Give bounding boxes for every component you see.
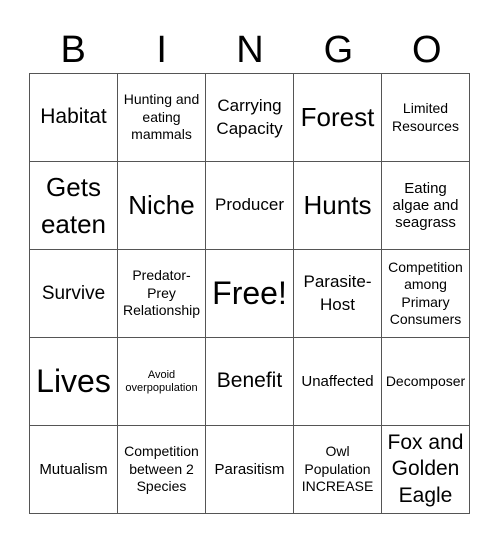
bingo-cell-label: Parasitism <box>214 460 285 478</box>
bingo-cell[interactable]: Avoid overpopulation <box>118 338 206 426</box>
bingo-cell-label: Competition among Primary Consumers <box>388 258 463 328</box>
bingo-cell[interactable]: Fox and Golden Eagle <box>382 426 470 514</box>
bingo-cell[interactable]: Owl Population INCREASE <box>294 426 382 514</box>
bingo-cell[interactable]: Predator-Prey Relationship <box>118 250 206 338</box>
bingo-cell[interactable]: Competition between 2 Species <box>118 426 206 514</box>
bingo-cell[interactable]: Benefit <box>206 338 294 426</box>
bingo-cell[interactable]: Unaffected <box>294 338 382 426</box>
bingo-cell-label: Habitat <box>40 105 107 129</box>
bingo-cell-label: Parasite-Host <box>303 272 372 314</box>
bingo-card-grid: Habitat Hunting and eating mammals Carryin… <box>29 73 470 514</box>
bingo-cell-label: Survive <box>41 282 106 304</box>
bingo-cell[interactable]: Lives <box>30 338 118 426</box>
bingo-cell[interactable]: Competition among Primary Consumers <box>382 250 470 338</box>
bingo-cell[interactable]: Eating algae and seagrass <box>382 162 470 250</box>
bingo-cell-label: Avoid overpopulation <box>125 368 198 394</box>
header-letter-g: G <box>323 29 354 71</box>
bingo-cell[interactable]: Gets eaten <box>30 162 118 250</box>
bingo-cell[interactable]: Decomposer <box>382 338 470 426</box>
bingo-cell-label: Mutualism <box>39 460 108 478</box>
bingo-cell-label: Decomposer <box>385 372 466 389</box>
bingo-cell-label: Carrying Capacity <box>216 96 283 138</box>
header-letter-n: N <box>236 29 264 71</box>
bingo-cell[interactable]: Carrying Capacity <box>206 74 294 162</box>
bingo-cell-label: Lives <box>36 363 111 400</box>
bingo-cell[interactable]: Forest <box>294 74 382 162</box>
bingo-cell-label: Benefit <box>216 369 283 393</box>
bingo-cell-label: Gets eaten <box>40 172 107 239</box>
free-space-cell[interactable]: Free! <box>206 250 294 338</box>
bingo-cell[interactable]: Hunts <box>294 162 382 250</box>
bingo-cell[interactable]: Habitat <box>30 74 118 162</box>
bingo-cell[interactable]: Parasitism <box>206 426 294 514</box>
bingo-cell[interactable]: Mutualism <box>30 426 118 514</box>
bingo-cell[interactable]: Niche <box>118 162 206 250</box>
bingo-cell-label: Hunting and eating mammals <box>123 91 200 143</box>
bingo-cell-label: Fox and Golden Eagle <box>387 431 464 507</box>
header-letter-o: O <box>412 29 442 71</box>
bingo-cell[interactable]: Hunting and eating mammals <box>118 74 206 162</box>
bingo-cell-label: Competition between 2 Species <box>124 443 199 495</box>
bingo-cell-label: Predator-Prey Relationship <box>122 267 201 319</box>
bingo-cell[interactable]: Parasite-Host <box>294 250 382 338</box>
bingo-cell-label: Niche <box>128 190 195 221</box>
bingo-cell[interactable]: Limited Resources <box>382 74 470 162</box>
bingo-cell-label: Hunts <box>303 190 372 221</box>
bingo-cell-label: Limited Resources <box>392 100 459 134</box>
header-letter-i: I <box>156 29 167 71</box>
bingo-cell-label: Free! <box>212 275 287 312</box>
bingo-header: B I N G O <box>29 28 471 72</box>
bingo-cell-label: Producer <box>215 195 284 215</box>
bingo-cell[interactable]: Survive <box>30 250 118 338</box>
bingo-cell[interactable]: Producer <box>206 162 294 250</box>
header-letter-b: B <box>60 29 86 71</box>
bingo-cell-label: Forest <box>300 102 375 133</box>
bingo-cell-label: Eating algae and seagrass <box>392 179 459 232</box>
bingo-cell-label: Owl Population INCREASE <box>301 443 374 495</box>
bingo-cell-label: Unaffected <box>301 372 374 390</box>
